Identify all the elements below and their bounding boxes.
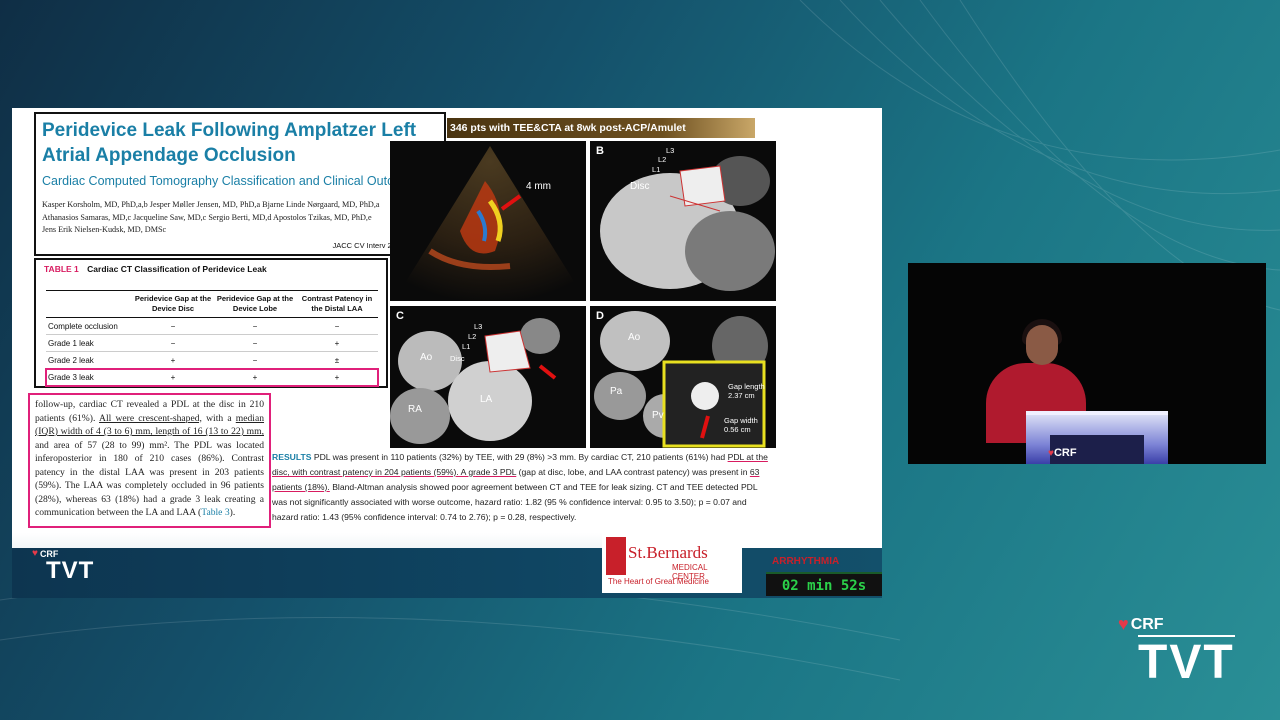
table-row-highlighted: Grade 3 leak + + + [45,368,379,387]
table-cell: − [252,321,258,331]
ct-label: Disc [630,181,650,192]
panel-d-ct: D Ao Pa Pv Gap length 2.37 cm Gap width … [590,306,776,448]
ct-label: Gap width 0.56 cm [724,416,758,434]
tvt-text: TVT [1138,635,1235,689]
ct-label: L2 [468,332,477,341]
crf-text: CRF [1130,615,1164,633]
table-cell: + [334,338,340,348]
ct-label: Pa [610,386,623,397]
podium-logo: ♥CRF [1048,447,1077,459]
ct-label: L1 [462,342,471,351]
panel-a-echo: 4 mm [390,141,586,301]
excerpt-underlined: All were crescent-shaped, [99,412,202,424]
ct-label: Ao [628,332,641,343]
study-banner: 346 pts with TEE&CTA at 8wk post-ACP/Amu… [447,118,755,138]
ct-label: Gap length 2.37 cm [728,382,765,400]
table-cell: − [170,338,176,348]
st-bernards-tagline: The Heart of Great Medicine [608,577,709,586]
table-title: Cardiac CT Classification of Peridevice … [87,264,267,274]
echo-measurement: 4 mm [526,181,551,192]
results-abstract: RESULTS PDL was present in 110 patients … [272,450,774,525]
table-header-cell: Peridevice Gap at the Device Lobe [216,294,294,313]
table-cell: − [252,338,258,348]
crf-tvt-logo-small: ♥ CRF TVT [32,548,94,583]
st-bernards-name: St.Bernards [628,543,708,562]
ct-table-body: Peridevice Gap at the Device Disc Peride… [45,290,379,387]
panel-c-ct: C Ao RA LA Disc L1 L2 L3 [390,306,586,448]
ct-image-c [390,318,560,444]
table-header-cell: Contrast Patency in the Distal LAA [301,294,373,313]
table-row: Grade 2 leak + − ± [46,352,378,369]
paper-title: Peridevice Leak Following Amplatzer Left… [42,120,417,166]
results-text: Bland-Altman analysis showed poor agreem… [272,482,758,522]
panel-b-ct: B Disc L1 L2 L3 [590,141,776,301]
ct-label: L1 [652,165,661,174]
paper-excerpt: follow-up, cardiac CT revealed a PDL at … [28,393,271,528]
table-cell: + [252,372,258,382]
st-bernards-logo: St.Bernards MEDICAL CENTER The Heart of … [602,533,742,593]
table-cell: Grade 3 leak [48,372,94,382]
excerpt-text: with a [201,412,236,424]
authors-line: Athanasios Samaras, MD,c Jacqueline Saw,… [42,212,372,222]
table-row: Grade 1 leak − − + [46,335,378,352]
podium-logo-text: CRF [1053,447,1077,459]
ct-label: LA [480,394,493,405]
heart-icon: ♥ [1118,614,1129,634]
paper-authors: Kasper Korsholm, MD, PhD,a,b Jesper Møll… [42,199,438,237]
classification-table: TABLE 1 Cardiac CT Classification of Per… [34,258,388,388]
table-cell: − [170,321,176,331]
ct-label: L3 [474,322,483,331]
slide-footer [12,548,882,598]
table-header-cell [46,294,132,314]
ct-image-b [600,156,775,291]
table-cell: − [252,355,258,365]
table-cell: Grade 1 leak [48,338,94,348]
table-cell: − [334,321,340,331]
tvt-text: TVT [46,557,95,584]
table-cell: + [170,372,176,382]
table-cell: + [334,372,340,382]
ct-label: Ao [420,352,433,363]
table-row: Complete occlusion − − − [46,318,378,335]
table-reference-link[interactable]: Table 3 [201,507,229,518]
table-tag: TABLE 1 [44,264,79,274]
st-bernards-mark [606,537,626,575]
arrhythmia-logo: ARRHYTHMIA [772,556,840,567]
speaker-video: ♥CRF [908,263,1266,464]
crf-tvt-logo-large: ♥ CRF TVT [1118,614,1235,687]
speaker-head [1026,325,1058,365]
ct-label: L2 [658,155,667,164]
countdown-timer: 02 min 52s [766,572,882,596]
presentation-slide: Peridevice Leak Following Amplatzer Left… [12,108,882,598]
paper-subtitle: Cardiac Computed Tomography Classificati… [42,174,424,188]
excerpt-text: ). [229,507,236,518]
panel-letter: B [596,145,604,157]
ct-label: L3 [666,146,675,155]
heart-icon: ♥ [32,548,38,559]
table-cell: Complete occlusion [48,321,118,331]
results-text: PDL was present in 110 patients (32%) by… [311,452,728,462]
table-header-row: Peridevice Gap at the Device Disc Peride… [46,290,378,318]
table-cell: Grade 2 leak [48,355,94,365]
table-header-cell: Peridevice Gap at the Device Disc [134,294,212,313]
results-text: (gap at disc, lobe, and LAA contrast pat… [516,467,750,477]
results-heading: RESULTS [272,452,312,462]
authors-line: Kasper Korsholm, MD, PhD,a,b Jesper Møll… [42,200,380,209]
ct-label: RA [408,404,422,415]
table-caption: TABLE 1 Cardiac CT Classification of Per… [44,264,378,274]
ct-label: Disc [450,354,465,363]
table-cell: + [170,355,176,365]
crf-logo: ♥ CRF [1118,614,1235,635]
panel-letter: D [596,310,604,322]
paper-header: Peridevice Leak Following Amplatzer Left… [34,112,446,256]
authors-line: Jens Erik Nielsen-Kudsk, MD, DMSc [42,225,167,234]
panel-letter: C [396,310,404,322]
table-cell: ± [334,355,340,365]
echo-image [400,146,580,301]
ct-label: Pv [652,410,664,421]
